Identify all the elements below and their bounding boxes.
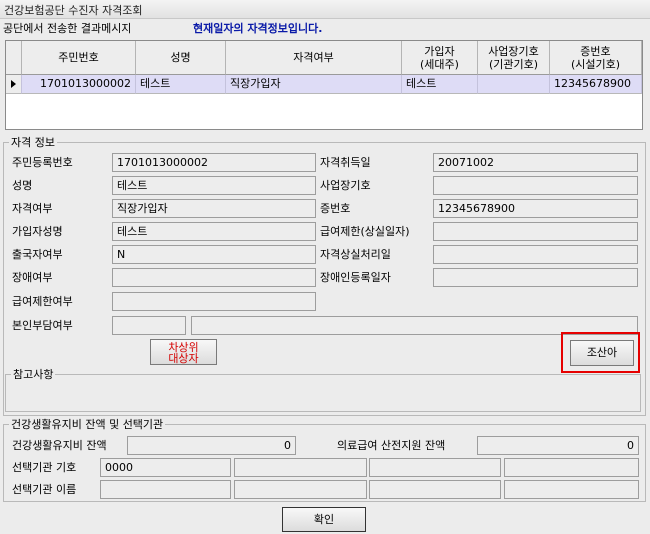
- qualification-group-title: 자격 정보: [9, 136, 57, 149]
- label-benefit-limit-yn: 급여제한여부: [12, 295, 73, 308]
- grid-header-rrn[interactable]: 주민번호: [22, 41, 136, 75]
- field-inst-code-3[interactable]: [369, 458, 501, 477]
- label-balance: 건강생활유지비 잔액: [12, 439, 107, 452]
- result-grid[interactable]: 주민번호 성명 자격여부 가입자 (세대주) 사업장기호 (기관기호) 증번호 …: [5, 40, 643, 130]
- label-card-no: 증번호: [320, 202, 351, 215]
- notes-title: 참고사항: [11, 368, 56, 381]
- result-message-label: 공단에서 전송한 결과메시지: [3, 22, 132, 35]
- field-inst-name-4[interactable]: [504, 480, 639, 499]
- label-inst-name: 선택기관 이름: [12, 483, 77, 496]
- cell-name: 테스트: [136, 75, 226, 94]
- field-inst-name-3[interactable]: [369, 480, 501, 499]
- window-title: 건강보험공단 수진자 자격조회: [4, 4, 143, 17]
- window-titlebar: 건강보험공단 수진자 자격조회: [0, 0, 650, 19]
- label-biz-code: 사업장기호: [320, 179, 371, 192]
- field-inst-code-1[interactable]: 0000: [100, 458, 231, 477]
- premature-baby-button[interactable]: 조산아: [570, 340, 634, 366]
- label-disabled: 장애여부: [12, 271, 53, 284]
- field-disabled-date[interactable]: [433, 268, 638, 287]
- cell-rrn: 1701013000002: [22, 75, 136, 94]
- field-card-no[interactable]: 12345678900: [433, 199, 638, 218]
- label-rrn: 주민등록번호: [12, 156, 73, 169]
- field-benefit-limit-yn[interactable]: [112, 292, 316, 311]
- field-name[interactable]: 테스트: [112, 176, 316, 195]
- label-benefit-limit: 급여제한(상실일자): [320, 225, 410, 238]
- label-medical-aid: 의료급여 산전지원 잔액: [337, 439, 446, 452]
- field-inst-code-2[interactable]: [234, 458, 367, 477]
- label-loss-date: 자격상실처리일: [320, 248, 391, 261]
- row-pointer-icon: [11, 80, 16, 88]
- field-medical-aid[interactable]: 0: [477, 436, 639, 455]
- grid-header-name[interactable]: 성명: [136, 41, 226, 75]
- field-emigrant[interactable]: N: [112, 245, 316, 264]
- label-name: 성명: [12, 179, 33, 192]
- field-qual-type[interactable]: 직장가입자: [112, 199, 316, 218]
- field-inst-name-1[interactable]: [100, 480, 231, 499]
- grid-header-qual[interactable]: 자격여부: [226, 41, 402, 75]
- result-message-text: 현재일자의 자격정보입니다.: [193, 22, 323, 35]
- field-loss-date[interactable]: [433, 245, 638, 264]
- grid-header-biz[interactable]: 사업장기호 (기관기호): [478, 41, 550, 75]
- grid-header-member[interactable]: 가입자 (세대주): [402, 41, 478, 75]
- label-disabled-date: 장애인등록일자: [320, 271, 391, 284]
- field-inst-code-4[interactable]: [504, 458, 639, 477]
- field-biz-code[interactable]: [433, 176, 638, 195]
- row-selector[interactable]: [6, 75, 22, 94]
- field-rrn[interactable]: 1701013000002: [112, 153, 316, 172]
- field-copay-code[interactable]: [112, 316, 186, 335]
- cell-qual: 직장가입자: [226, 75, 402, 94]
- label-emigrant: 출국자여부: [12, 248, 63, 261]
- label-inst-code: 선택기관 기호: [12, 461, 77, 474]
- field-disabled[interactable]: [112, 268, 316, 287]
- field-benefit-limit[interactable]: [433, 222, 638, 241]
- field-balance[interactable]: 0: [127, 436, 296, 455]
- cell-cardno: 12345678900: [550, 75, 642, 94]
- grid-corner-header: [6, 41, 22, 75]
- field-acq-date[interactable]: 20071002: [433, 153, 638, 172]
- ok-button[interactable]: 확인: [282, 507, 366, 532]
- label-copay: 본인부담여부: [12, 319, 73, 332]
- near-poverty-button[interactable]: 차상위 대상자: [150, 339, 217, 365]
- grid-header-cardno[interactable]: 증번호 (시설기호): [550, 41, 642, 75]
- field-inst-name-2[interactable]: [234, 480, 367, 499]
- notes-box[interactable]: [5, 374, 641, 412]
- cell-member: 테스트: [402, 75, 478, 94]
- welfare-group-title: 건강생활유지비 잔액 및 선택기관: [9, 418, 166, 431]
- cell-biz: [478, 75, 550, 94]
- field-member-name[interactable]: 테스트: [112, 222, 316, 241]
- label-acq-date: 자격취득일: [320, 156, 371, 169]
- label-qual-type: 자격여부: [12, 202, 53, 215]
- label-member-name: 가입자성명: [12, 225, 63, 238]
